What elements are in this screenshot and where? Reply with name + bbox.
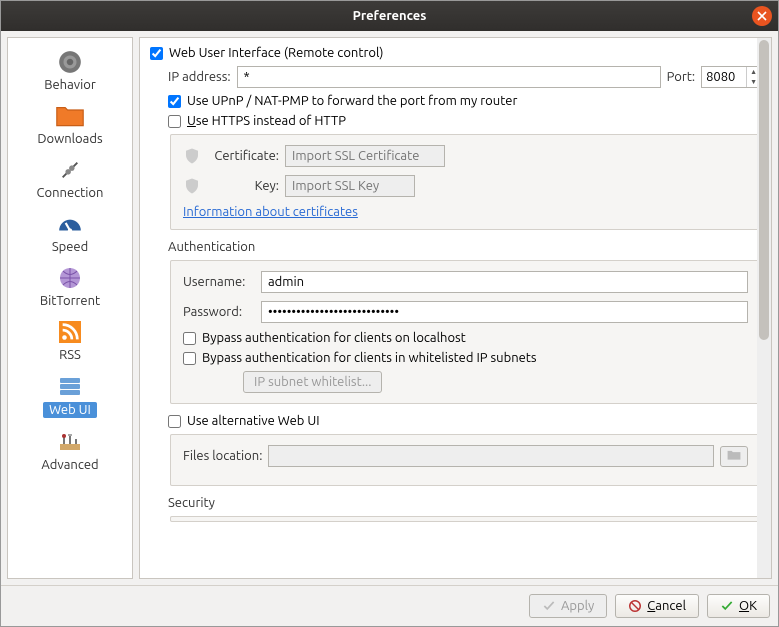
alt-webui-label: Use alternative Web UI: [187, 414, 320, 428]
close-button[interactable]: [752, 6, 772, 26]
auth-title: Authentication: [168, 240, 761, 254]
sidebar-label: Behavior: [44, 78, 96, 92]
sidebar-label: Downloads: [37, 132, 102, 146]
browse-button: [720, 446, 748, 467]
sidebar-item-speed[interactable]: Speed: [10, 206, 130, 258]
ip-subnet-whitelist-button: IP subnet whitelist...: [243, 371, 382, 393]
globe-icon: [52, 264, 88, 292]
cancel-button[interactable]: Cancel: [615, 594, 699, 618]
scrollbar[interactable]: [757, 38, 771, 578]
bypass-localhost-label: Bypass authentication for clients on loc…: [202, 331, 466, 345]
sidebar-label: Advanced: [41, 458, 98, 472]
gauge-icon: [52, 210, 88, 238]
bypass-whitelist-checkbox[interactable]: [183, 352, 196, 365]
apply-button: Apply: [529, 594, 607, 618]
shield-icon: [183, 147, 201, 165]
security-title: Security: [168, 496, 761, 510]
files-location-input: [268, 445, 714, 467]
sidebar-label: BitTorrent: [40, 294, 100, 308]
security-group: [170, 516, 761, 522]
rss-icon: [52, 318, 88, 346]
port-input[interactable]: [702, 67, 746, 87]
cert-info-link[interactable]: Information about certificates: [183, 205, 358, 219]
cert-label: Certificate:: [207, 149, 279, 163]
sidebar-item-bittorrent[interactable]: BitTorrent: [10, 260, 130, 312]
gear-icon: [52, 48, 88, 76]
cert-input: [285, 145, 445, 167]
ip-input[interactable]: [237, 66, 661, 88]
folder-icon: [52, 102, 88, 130]
sidebar-item-rss[interactable]: RSS: [10, 314, 130, 366]
password-input[interactable]: [261, 301, 748, 323]
https-label: Use HTTPS instead of HTTP: [187, 114, 346, 128]
webui-enable-checkbox[interactable]: [150, 47, 163, 60]
sidebar-label: Connection: [37, 186, 104, 200]
sidebar-label: Web UI: [43, 402, 97, 418]
upnp-label: Use UPnP / NAT-PMP to forward the port f…: [187, 94, 517, 108]
check-icon: [542, 599, 556, 613]
ok-icon: [720, 599, 734, 613]
alt-webui-checkbox[interactable]: [168, 415, 181, 428]
auth-group: Username: Password: Bypass authenticatio…: [170, 260, 761, 404]
cancel-icon: [628, 599, 642, 613]
server-icon: [52, 372, 88, 400]
https-checkbox[interactable]: [168, 115, 181, 128]
folder-open-icon: [727, 449, 741, 461]
bypass-localhost-checkbox[interactable]: [183, 332, 196, 345]
window-title: Preferences: [353, 9, 427, 23]
key-label: Key:: [207, 179, 279, 193]
password-label: Password:: [183, 305, 255, 319]
sidebar-item-downloads[interactable]: Downloads: [10, 98, 130, 150]
username-label: Username:: [183, 275, 255, 289]
key-input: [285, 175, 415, 197]
port-spinbox[interactable]: ▲▼: [701, 66, 761, 88]
upnp-checkbox[interactable]: [168, 95, 181, 108]
titlebar: Preferences: [1, 1, 778, 31]
sidebar-label: Speed: [52, 240, 88, 254]
ok-button[interactable]: OK: [707, 594, 770, 618]
dialog-footer: Apply Cancel OK: [1, 585, 778, 626]
close-icon: [757, 11, 767, 21]
sidebar-item-behavior[interactable]: Behavior: [10, 44, 130, 96]
category-sidebar: Behavior Downloads Connection Speed: [7, 37, 133, 579]
sidebar-item-connection[interactable]: Connection: [10, 152, 130, 204]
bypass-whitelist-label: Bypass authentication for clients in whi…: [202, 351, 537, 365]
webui-enable-label: Web User Interface (Remote control): [169, 46, 383, 60]
tools-icon: [52, 428, 88, 456]
settings-panel: Web User Interface (Remote control) IP a…: [139, 37, 772, 579]
username-input[interactable]: [261, 271, 748, 293]
alt-webui-group: Files location:: [170, 434, 761, 486]
sidebar-label: RSS: [59, 348, 81, 362]
preferences-window: Preferences Behavior Downloads: [0, 0, 779, 627]
sidebar-item-webui[interactable]: Web UI: [10, 368, 130, 422]
shield-icon: [183, 177, 201, 195]
port-label: Port:: [667, 70, 695, 84]
sidebar-item-advanced[interactable]: Advanced: [10, 424, 130, 476]
files-location-label: Files location:: [183, 449, 262, 463]
ip-label: IP address:: [168, 70, 231, 84]
https-group: Certificate: Key: Information about cert…: [170, 134, 761, 230]
plug-icon: [52, 156, 88, 184]
